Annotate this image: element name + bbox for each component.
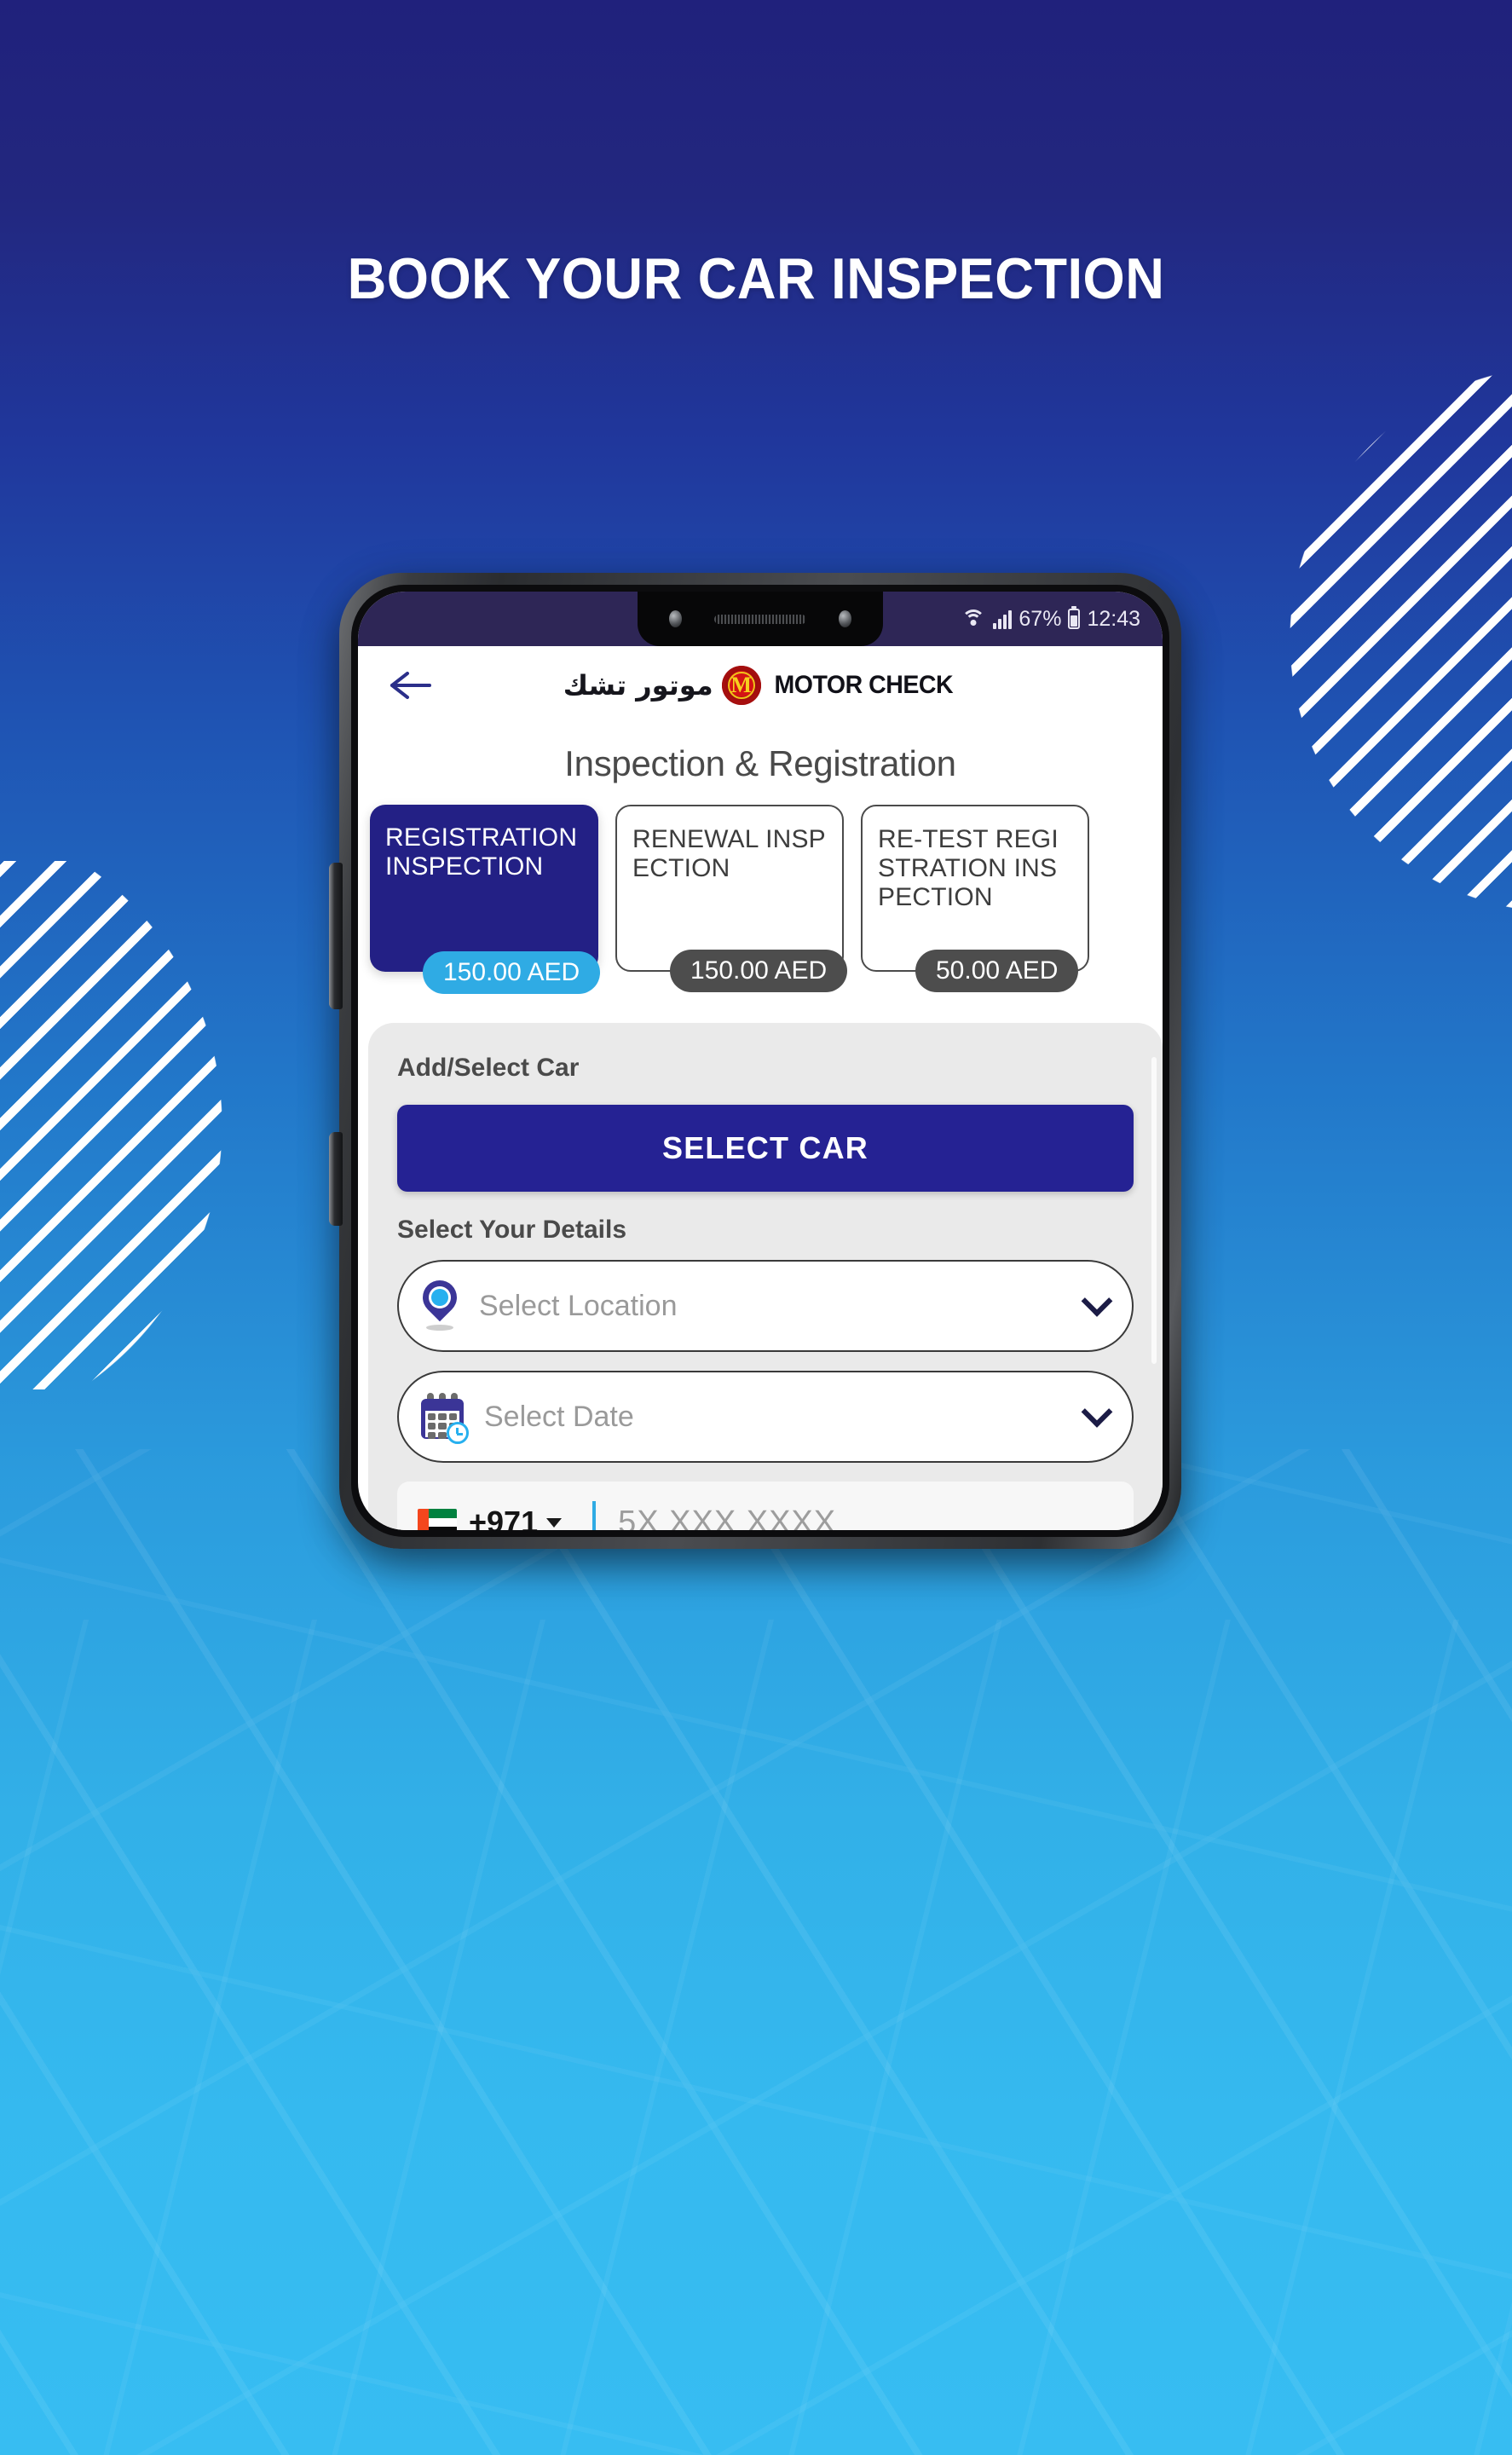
- diagonal-stripes-left-decoration: [0, 861, 247, 1389]
- front-camera-icon: [669, 610, 682, 627]
- service-price-badge: 50.00 AED: [915, 950, 1079, 992]
- phone-volume-button[interactable]: [329, 863, 343, 1009]
- battery-icon: [1068, 609, 1081, 629]
- phone-notch: [638, 592, 883, 646]
- service-price-badge: 150.00 AED: [423, 951, 601, 994]
- select-location-field[interactable]: Select Location: [397, 1260, 1134, 1352]
- service-card-title: REGISTRATION INSPECTION: [385, 823, 578, 881]
- booking-form-panel: Add/Select Car SELECT CAR Select Your De…: [368, 1023, 1163, 1530]
- service-card-retest-registration-inspection[interactable]: RE-TEST REGISTRATION INSPECTION 50.00 AE…: [861, 805, 1089, 992]
- earpiece-speaker-icon: [714, 614, 806, 624]
- brand-name-label: MOTOR CHECK: [774, 671, 953, 699]
- battery-percent-label: 67%: [1019, 606, 1062, 631]
- service-card-registration-inspection[interactable]: REGISTRATION INSPECTION 150.00 AED: [370, 805, 601, 994]
- diagonal-stripes-right-decoration: [1282, 367, 1512, 912]
- brand-arabic-label: موتور تشك: [563, 669, 714, 702]
- add-select-car-label: Add/Select Car: [397, 1054, 580, 1082]
- phone-number-field[interactable]: +971 5X XXX XXXX: [397, 1482, 1134, 1530]
- service-card-title: RE-TEST REGISTRATION INSPECTION: [878, 825, 1059, 912]
- promo-headline: BOOK YOUR CAR INSPECTION: [347, 246, 1165, 311]
- promo-graphic: BOOK YOUR CAR INSPECTION 67% 12:43 موتور…: [0, 0, 1512, 2455]
- select-date-placeholder: Select Date: [484, 1400, 634, 1433]
- phone-number-placeholder[interactable]: 5X XXX XXXX: [618, 1505, 1125, 1531]
- service-price-badge: 150.00 AED: [670, 950, 848, 992]
- logo-letter: M: [730, 673, 752, 697]
- service-cards-row: REGISTRATION INSPECTION 150.00 AED RENEW…: [358, 796, 1163, 1001]
- location-pin-icon: [415, 1273, 465, 1331]
- motorcheck-logo-icon: M: [721, 666, 761, 705]
- brand-lockup: موتور تشك M MOTOR CHECK: [358, 666, 1163, 705]
- phone-power-button[interactable]: [329, 1132, 343, 1226]
- wifi-icon: [961, 609, 986, 629]
- select-date-field[interactable]: Select Date: [397, 1371, 1134, 1463]
- caret-down-icon[interactable]: [546, 1517, 563, 1528]
- phone-screen: 67% 12:43 موتور تشك M MOTOR CHECK Inspec…: [358, 592, 1163, 1530]
- service-card-title: RENEWAL INSPECTION: [632, 825, 826, 883]
- front-sensor-icon: [839, 610, 851, 627]
- chevron-down-icon[interactable]: [1081, 1285, 1113, 1317]
- app-header: موتور تشك M MOTOR CHECK: [358, 646, 1163, 725]
- calendar-clock-icon: [419, 1393, 469, 1444]
- clock-label: 12:43: [1087, 606, 1140, 631]
- text-cursor: [592, 1501, 597, 1530]
- map-texture-decoration-secondary: [0, 1620, 1512, 2455]
- map-texture-decoration: [0, 1449, 1512, 2455]
- select-details-label: Select Your Details: [397, 1216, 627, 1244]
- select-location-placeholder: Select Location: [479, 1289, 678, 1322]
- select-car-button[interactable]: SELECT CAR: [397, 1105, 1134, 1192]
- dial-code-label[interactable]: +971: [469, 1505, 538, 1530]
- uae-flag-icon: [418, 1509, 457, 1530]
- page-title: Inspection & Registration: [358, 725, 1163, 796]
- service-card-renewal-inspection[interactable]: RENEWAL INSPECTION 150.00 AED: [615, 805, 848, 992]
- signal-bars-icon: [993, 609, 1013, 629]
- chevron-down-icon[interactable]: [1081, 1395, 1113, 1428]
- panel-scrollbar[interactable]: [1151, 1057, 1157, 1364]
